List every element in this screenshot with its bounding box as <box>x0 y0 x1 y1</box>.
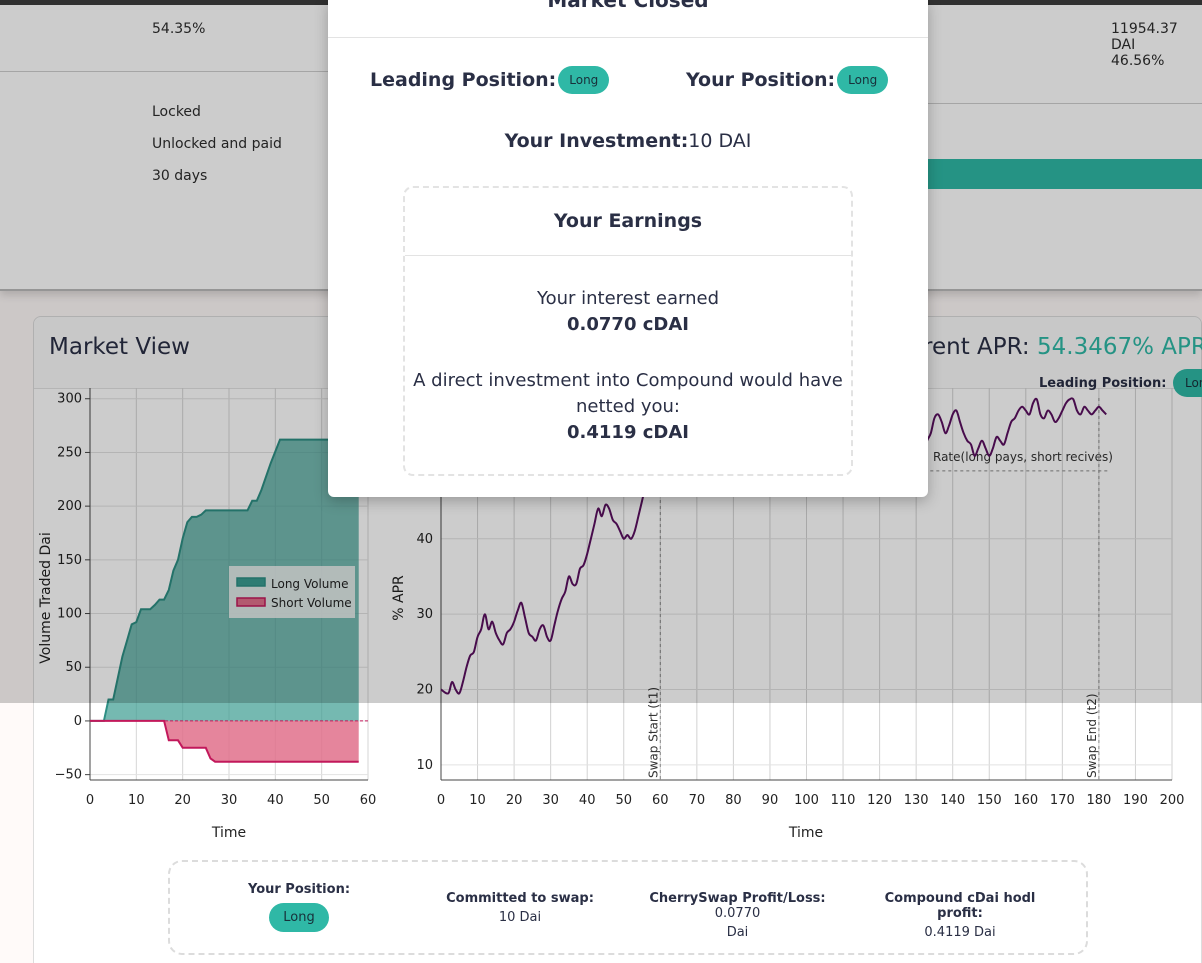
x-tick-label: 10 <box>128 793 145 808</box>
position-summary: Your Position: Long Committed to swap: 1… <box>168 860 1088 955</box>
compound-value: 0.4119 cDAI <box>567 422 689 443</box>
hodl-label: Compound cDai hodl profit: <box>884 891 1036 921</box>
x-tick-label: 180 <box>1086 793 1111 808</box>
x-tick-label: 50 <box>615 793 632 808</box>
profit-unit: Dai <box>726 925 749 940</box>
investment-label: Your Investment: <box>504 130 689 152</box>
compound-text-line1: A direct investment into Compound would … <box>413 370 843 391</box>
short-volume-area <box>90 720 359 762</box>
x-tick-label: 170 <box>1050 793 1075 808</box>
modal-your-position: Your Position: Long <box>686 66 889 94</box>
summary-position-badge: Long <box>269 903 329 932</box>
x-tick-label: 40 <box>267 793 284 808</box>
x-tick-label: 70 <box>689 793 706 808</box>
earnings-title: Your Earnings <box>553 210 703 232</box>
investment-value: 10 DAI <box>688 130 752 152</box>
profit-label: CherrySwap Profit/Loss: <box>649 891 826 906</box>
interest-value: 0.0770 cDAI <box>567 314 689 335</box>
x-tick-label: 110 <box>831 793 856 808</box>
interest-label: Your interest earned <box>536 288 720 309</box>
summary-committed: Committed to swap: 10 Dai <box>440 891 600 925</box>
x-tick-label: 190 <box>1123 793 1148 808</box>
x-tick-label: 80 <box>725 793 742 808</box>
x-tick-label: 30 <box>542 793 559 808</box>
x-tick-label: 60 <box>652 793 669 808</box>
market-closed-modal: Market Closed Leading Position: Long You… <box>328 0 928 497</box>
swap-end-label: Swap End (t2) <box>1085 693 1099 778</box>
x-tick-label: 200 <box>1160 793 1185 808</box>
committed-value: 10 Dai <box>498 910 542 925</box>
your-investment: Your Investment:10 DAI <box>328 130 928 152</box>
x-tick-label: 50 <box>313 793 330 808</box>
x-tick-label: 10 <box>469 793 486 808</box>
x-axis-label: Time <box>788 825 823 841</box>
summary-position-label: Your Position: <box>247 882 351 897</box>
x-tick-label: 20 <box>174 793 191 808</box>
x-tick-label: 150 <box>977 793 1002 808</box>
y-tick-label: 0 <box>74 714 82 729</box>
committed-label: Committed to swap: <box>446 891 594 906</box>
x-tick-label: 140 <box>940 793 965 808</box>
your-position-badge: Long <box>837 66 889 94</box>
summary-position: Your Position: Long <box>244 882 354 932</box>
modal-leading-position: Leading Position: Long <box>370 66 610 94</box>
divider <box>328 37 928 38</box>
your-position-label: Your Position: <box>686 69 836 91</box>
x-tick-label: 160 <box>1013 793 1038 808</box>
leading-position-label: Leading Position: <box>370 69 557 91</box>
x-axis-label: Time <box>211 825 246 841</box>
x-tick-label: 20 <box>506 793 523 808</box>
x-tick-label: 0 <box>86 793 94 808</box>
summary-hodl: Compound cDai hodl profit: 0.4119 Dai <box>860 891 1060 940</box>
summary-profit: CherrySwap Profit/Loss: 0.0770 Dai <box>625 891 850 940</box>
profit-value: 0.0770 <box>714 906 761 921</box>
earnings-box: Your Earnings Your interest earned 0.077… <box>403 186 853 476</box>
x-tick-label: 30 <box>221 793 238 808</box>
y-tick-label: 10 <box>416 758 433 773</box>
modal-title: Market Closed <box>547 0 709 12</box>
x-tick-label: 90 <box>762 793 779 808</box>
hodl-value: 0.4119 Dai <box>924 925 996 940</box>
y-tick-label: −50 <box>55 768 82 783</box>
divider <box>405 255 851 256</box>
x-tick-label: 120 <box>867 793 892 808</box>
x-tick-label: 130 <box>904 793 929 808</box>
x-tick-label: 60 <box>360 793 377 808</box>
leading-position-badge: Long <box>558 66 610 94</box>
x-tick-label: 100 <box>794 793 819 808</box>
x-tick-label: 40 <box>579 793 596 808</box>
compound-text-line2: netted you: <box>576 396 680 417</box>
x-tick-label: 0 <box>437 793 445 808</box>
